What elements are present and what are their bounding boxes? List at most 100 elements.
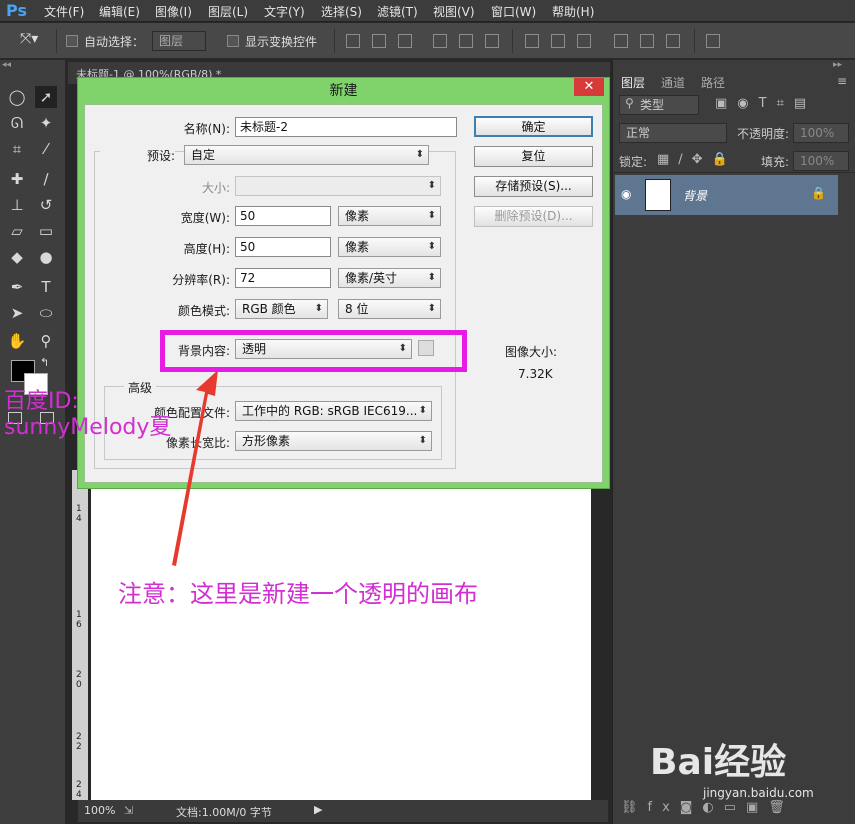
auto-select-checkbox[interactable]: [66, 35, 78, 47]
save-preset-button[interactable]: 存储预设(S)...: [474, 176, 593, 197]
size-label: 大小:: [201, 181, 230, 195]
menu-edit[interactable]: 编辑(E): [99, 3, 140, 20]
distribute-left-icon[interactable]: [614, 34, 628, 48]
brush-tool-icon[interactable]: ∕: [35, 168, 57, 190]
ok-button[interactable]: 确定: [474, 116, 593, 137]
ellipse-tool-icon[interactable]: ⬭: [35, 302, 57, 324]
move-tool-icon[interactable]: ➚: [35, 86, 57, 108]
menu-help[interactable]: 帮助(H): [552, 3, 594, 20]
tab-channels[interactable]: 通道: [661, 74, 685, 91]
menu-layer[interactable]: 图层(L): [208, 3, 248, 20]
healing-brush-tool-icon[interactable]: ✚: [6, 168, 28, 190]
dodge-tool-icon[interactable]: ●: [35, 246, 57, 268]
zoom-tool-icon[interactable]: ⚲: [35, 330, 57, 352]
ruler-tick: 2: [76, 780, 82, 790]
dialog-close-button[interactable]: ✕: [574, 78, 604, 96]
preset-label: 预设:: [100, 147, 175, 164]
crop-tool-icon[interactable]: ⌗: [6, 138, 28, 160]
name-input[interactable]: 未标题-2: [235, 117, 457, 137]
move-tool-icon[interactable]: ⤧▾: [20, 31, 38, 47]
menu-select[interactable]: 选择(S): [321, 3, 362, 20]
tab-paths[interactable]: 路径: [701, 74, 725, 91]
blend-mode-dropdown[interactable]: 正常: [619, 123, 727, 143]
auto-select-target-dropdown[interactable]: 图层: [152, 31, 206, 51]
menu-file[interactable]: 文件(F): [44, 3, 84, 20]
path-selection-tool-icon[interactable]: ➤: [6, 302, 28, 324]
history-brush-tool-icon[interactable]: ↺: [35, 194, 57, 216]
visibility-eye-icon[interactable]: ◉: [621, 187, 631, 201]
swap-colors-icon[interactable]: ↰: [40, 356, 49, 369]
blur-tool-icon[interactable]: ◆: [6, 246, 28, 268]
watermark-line: 百度ID:: [4, 389, 79, 414]
distribute-top-icon[interactable]: [525, 34, 539, 48]
panel-menu-icon[interactable]: ≡: [837, 74, 847, 88]
menu-type[interactable]: 文字(Y): [264, 3, 305, 20]
color-mode-dropdown[interactable]: RGB 颜色: [235, 299, 328, 319]
distribute-vcenter-icon[interactable]: [551, 34, 565, 48]
image-size-value: 7.32K: [518, 367, 553, 381]
opacity-input[interactable]: 100%: [793, 123, 849, 143]
distribute-right-icon[interactable]: [666, 34, 680, 48]
status-menu-arrow-icon[interactable]: ▶: [314, 803, 322, 816]
distribute-bottom-icon[interactable]: [577, 34, 591, 48]
collapse-icon[interactable]: ◂◂: [2, 60, 11, 70]
reset-button[interactable]: 复位: [474, 146, 593, 167]
auto-select-label: 自动选择：: [84, 35, 145, 49]
align-vcenter-icon[interactable]: [372, 34, 386, 48]
show-transform-checkbox[interactable]: [227, 35, 239, 47]
document-info: 文档:1.00M/0 字节: [176, 806, 272, 819]
width-input[interactable]: 50: [235, 206, 331, 226]
pixel-aspect-dropdown[interactable]: 方形像素: [235, 431, 432, 451]
lock-icons[interactable]: ▦∕✥🔒: [657, 152, 737, 167]
align-hcenter-icon[interactable]: [459, 34, 473, 48]
fill-input[interactable]: 100%: [793, 151, 849, 171]
type-tool-icon[interactable]: T: [35, 276, 57, 298]
menu-window[interactable]: 窗口(W): [491, 3, 536, 20]
auto-align-icon[interactable]: [706, 34, 720, 48]
width-label: 宽度(W):: [180, 211, 230, 225]
gradient-tool-icon[interactable]: ▭: [35, 220, 57, 242]
align-bottom-icon[interactable]: [398, 34, 412, 48]
distribute-hcenter-icon[interactable]: [640, 34, 654, 48]
preset-dropdown[interactable]: 自定: [184, 145, 429, 165]
zoom-level[interactable]: 100%: [84, 804, 115, 817]
align-top-icon[interactable]: [346, 34, 360, 48]
align-right-icon[interactable]: [485, 34, 499, 48]
layer-footer-icons[interactable]: ⛓fx◙◐▭▣🗑: [621, 800, 795, 815]
collapse-icon[interactable]: ▸▸: [833, 60, 842, 70]
hand-tool-icon[interactable]: ✋: [6, 330, 28, 352]
ruler-tick: 2: [76, 732, 82, 742]
status-export-icon[interactable]: ⇲: [124, 804, 133, 817]
layer-row-background[interactable]: ◉ 背景 🔒: [615, 175, 838, 215]
layer-name[interactable]: 背景: [683, 187, 707, 204]
filter-icons[interactable]: ▣◉T⌗▤: [715, 96, 816, 111]
resolution-unit-dropdown[interactable]: 像素/英寸: [338, 268, 441, 288]
eraser-tool-icon[interactable]: ▱: [6, 220, 28, 242]
clone-stamp-tool-icon[interactable]: ⊥: [6, 194, 28, 216]
image-size-label: 图像大小:: [505, 345, 558, 359]
ruler-tick: 4: [76, 514, 82, 524]
lasso-tool-icon[interactable]: ᘏ: [6, 112, 28, 134]
width-unit-dropdown[interactable]: 像素: [338, 206, 441, 226]
bit-depth-dropdown[interactable]: 8 位: [338, 299, 441, 319]
name-label: 名称(N):: [183, 122, 230, 136]
menu-image[interactable]: 图像(I): [155, 3, 192, 20]
align-left-icon[interactable]: [433, 34, 447, 48]
ruler-tick: 1: [76, 504, 82, 514]
marquee-tool-icon[interactable]: ◯: [6, 86, 28, 108]
annotation-note: 注意：这里是新建一个透明的画布: [118, 580, 478, 608]
height-input[interactable]: 50: [235, 237, 331, 257]
eyedropper-tool-icon[interactable]: ⁄: [35, 138, 57, 160]
layer-thumbnail: [645, 179, 671, 211]
tab-layers[interactable]: 图层: [621, 74, 645, 91]
resolution-input[interactable]: 72: [235, 268, 331, 288]
magic-wand-tool-icon[interactable]: ✦: [35, 112, 57, 134]
menu-view[interactable]: 视图(V): [433, 3, 475, 20]
author-watermark: 百度ID: sunnyMelody夏: [4, 389, 171, 441]
height-unit-dropdown[interactable]: 像素: [338, 237, 441, 257]
height-label: 高度(H):: [183, 242, 230, 256]
delete-preset-button: 删除预设(D)...: [474, 206, 593, 227]
pen-tool-icon[interactable]: ✒: [6, 276, 28, 298]
menu-filter[interactable]: 滤镜(T): [377, 3, 418, 20]
color-profile-dropdown[interactable]: 工作中的 RGB: sRGB IEC619...: [235, 401, 432, 421]
